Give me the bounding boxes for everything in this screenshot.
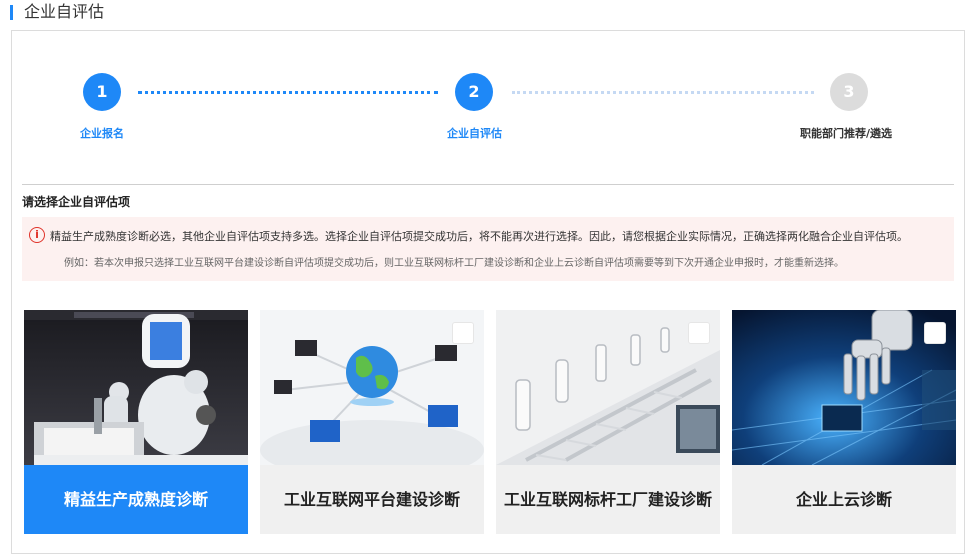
step-1-label: 企业报名 bbox=[80, 127, 124, 140]
main-panel: 1 企业报名 2 企业自评估 3 职能部门推荐/遴选 请选择企业自评估项 i 精… bbox=[11, 30, 965, 554]
card-label: 精益生产成熟度诊断 bbox=[24, 465, 248, 534]
step-connector-2 bbox=[512, 91, 814, 94]
card-checkbox[interactable] bbox=[452, 322, 474, 344]
card-cloud-diagnosis[interactable]: 企业上云诊断 bbox=[732, 310, 956, 534]
card-checkbox[interactable] bbox=[688, 322, 710, 344]
notice-box: i 精益生产成熟度诊断必选，其他企业自评估项支持多选。选择企业自评估项提交成功后… bbox=[22, 217, 954, 281]
card-checkbox[interactable] bbox=[924, 322, 946, 344]
page-title: 企业自评估 bbox=[24, 2, 105, 21]
network-globe-icon bbox=[260, 310, 484, 465]
notice-line-2: 例如：若本次申报只选择工业互联网平台建设诊断自评估项提交成功后，则工业互联网标杆… bbox=[64, 258, 844, 269]
card-benchmark-factory[interactable]: 工业互联网标杆工厂建设诊断 bbox=[496, 310, 720, 534]
section-title: 请选择企业自评估项 bbox=[22, 195, 131, 209]
card-label: 工业互联网标杆工厂建设诊断 bbox=[496, 465, 720, 534]
divider bbox=[22, 184, 954, 185]
title-accent-bar bbox=[10, 5, 13, 20]
card-lean-production[interactable]: 精益生产成熟度诊断 bbox=[24, 310, 248, 534]
page-header: 企业自评估 bbox=[0, 0, 975, 26]
step-connector-1 bbox=[138, 91, 438, 94]
notice-line-1: 精益生产成熟度诊断必选，其他企业自评估项支持多选。选择企业自评估项提交成功后，将… bbox=[50, 230, 908, 243]
card-industrial-internet-platform[interactable]: 工业互联网平台建设诊断 bbox=[260, 310, 484, 534]
card-label: 工业互联网平台建设诊断 bbox=[260, 465, 484, 534]
step-2-label: 企业自评估 bbox=[447, 127, 502, 140]
step-2-circle: 2 bbox=[455, 73, 493, 111]
step-1-circle: 1 bbox=[83, 73, 121, 111]
robot-hand-chip-icon bbox=[732, 310, 956, 465]
robot-icon bbox=[24, 310, 248, 465]
warning-icon: i bbox=[29, 227, 45, 243]
step-3-label: 职能部门推荐/遴选 bbox=[800, 127, 893, 140]
factory-robot-arms-icon bbox=[496, 310, 720, 465]
step-3-circle: 3 bbox=[830, 73, 868, 111]
card-label: 企业上云诊断 bbox=[732, 465, 956, 534]
